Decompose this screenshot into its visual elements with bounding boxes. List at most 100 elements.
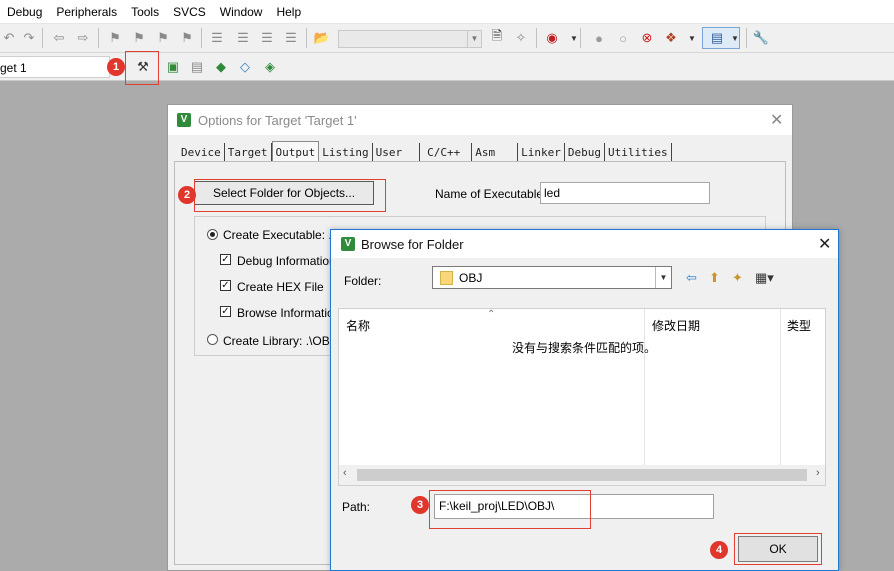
tab-debug[interactable]: Debug [565, 143, 605, 161]
close-icon[interactable]: ✕ [770, 110, 783, 130]
keil-logo-icon: V [177, 113, 191, 127]
chevron-down-icon[interactable]: ▼ [467, 31, 481, 47]
wrench-icon[interactable]: 🔧 [752, 29, 770, 47]
toolbar-separator [746, 28, 747, 48]
find-combo[interactable]: ▼ [338, 30, 482, 48]
step-badge-3: 3 [411, 496, 429, 514]
name-of-executable-input[interactable]: led [540, 182, 710, 204]
dialog-title: Browse for Folder [361, 237, 464, 252]
debug-information-checkbox[interactable]: ✓ [220, 254, 231, 265]
dialog-title-bar: V Options for Target 'Target 1' ✕ [168, 105, 792, 135]
tab-linker[interactable]: Linker [518, 143, 565, 161]
empty-list-message: 没有与搜索条件匹配的项。 [512, 341, 657, 355]
new-folder-icon[interactable]: ✦ [732, 270, 743, 286]
dialog-title-bar: V Browse for Folder ✕ [331, 230, 838, 258]
uncomment-icon[interactable]: ☰ [282, 29, 300, 47]
toolbar-separator [536, 28, 537, 48]
close-icon[interactable]: ✕ [818, 234, 831, 254]
chevron-down-icon[interactable]: ▼ [655, 267, 671, 288]
tab-asm[interactable]: Asm [472, 143, 519, 161]
create-executable-label: Create Executable: .\ [223, 228, 336, 242]
view-menu-icon[interactable]: ▦▾ [755, 270, 774, 286]
sort-ascending-icon: ⌃ [487, 309, 496, 320]
folder-label: Folder: [344, 274, 382, 288]
breakpoint-disable-icon[interactable]: ○ [614, 29, 632, 47]
create-library-radio[interactable] [207, 334, 218, 345]
nav-forward-icon[interactable]: ⇨ [74, 29, 92, 47]
debug-session-icon[interactable]: ◉ [543, 29, 561, 47]
tab-output[interactable]: Output [271, 141, 320, 161]
column-divider [780, 309, 781, 465]
path-label: Path: [342, 500, 371, 514]
horizontal-scrollbar[interactable]: ‹ › [339, 465, 825, 485]
nav-back-icon[interactable]: ⇦ [50, 29, 68, 47]
chevron-down-icon: ▼ [731, 33, 739, 43]
toolbar-separator [306, 28, 307, 48]
chevron-down-icon[interactable]: ▼ [683, 29, 701, 47]
debug-information-label: Debug Information [237, 254, 336, 268]
scroll-left-icon[interactable]: ‹ [343, 467, 347, 479]
debug-wand-icon[interactable]: ✧ [512, 29, 530, 47]
scroll-right-icon[interactable]: › [816, 467, 820, 479]
bookmark-prev-icon[interactable]: ⚑ [130, 29, 148, 47]
menu-debug[interactable]: Debug [0, 0, 49, 24]
target-select-value: get 1 [0, 61, 27, 75]
indent-icon[interactable]: ☰ [208, 29, 226, 47]
undo-icon[interactable]: ↶ [0, 29, 18, 47]
toolbar-separator [580, 28, 581, 48]
create-executable-radio[interactable] [207, 229, 218, 240]
create-hex-label: Create HEX File [237, 280, 324, 294]
highlight-box [194, 179, 386, 212]
scrollbar-thumb[interactable] [357, 469, 807, 481]
breakpoint-kill-icon[interactable]: ⊗ [638, 29, 656, 47]
find-in-files-icon[interactable]: 🗎 [488, 28, 506, 47]
browse-information-label: Browse Information [237, 306, 341, 320]
breakpoint-icon[interactable]: ● [590, 29, 608, 47]
menu-peripherals[interactable]: Peripherals [49, 0, 124, 24]
highlight-box [734, 533, 822, 565]
pack-installer-icon[interactable]: ◆ [212, 58, 230, 76]
step-badge-1: 1 [107, 58, 125, 76]
bookmark-next-icon[interactable]: ⚑ [154, 29, 172, 47]
keil-logo-icon: V [341, 237, 355, 251]
name-of-executable-label: Name of Executable: [435, 187, 547, 201]
tab-listing[interactable]: Listing [319, 143, 373, 161]
highlight-box [429, 490, 591, 529]
menu-svcs[interactable]: SVCS [166, 0, 213, 24]
create-library-label: Create Library: .\OBJ\ [223, 334, 340, 348]
bookmark-clear-icon[interactable]: ⚑ [178, 29, 196, 47]
back-arrow-icon[interactable]: ⇦ [686, 270, 697, 286]
bookmark-icon[interactable]: ⚑ [106, 29, 124, 47]
menu-window[interactable]: Window [213, 0, 270, 24]
column-name[interactable]: 名称 [346, 317, 370, 334]
manage-components-icon[interactable]: ▤ [188, 58, 206, 76]
tab-device[interactable]: Device [178, 143, 225, 161]
comment-icon[interactable]: ☰ [258, 29, 276, 47]
create-hex-checkbox[interactable]: ✓ [220, 280, 231, 291]
tools-options-icon[interactable]: ❖ [662, 29, 680, 47]
tab-utilities[interactable]: Utilities [605, 143, 672, 161]
redo-icon[interactable]: ↷ [20, 29, 38, 47]
step-badge-4: 4 [710, 541, 728, 559]
file-extensions-icon[interactable]: ▣ [164, 58, 182, 76]
tab-cc[interactable]: C/C++ [420, 143, 473, 161]
tab-user[interactable]: User [373, 143, 421, 161]
column-type[interactable]: 类型 [787, 317, 811, 334]
menu-help[interactable]: Help [269, 0, 308, 24]
folder-contents-list[interactable]: ⌃ 名称 修改日期 类型 没有与搜索条件匹配的项。 ‹ › [338, 308, 826, 486]
select-software-packs-icon[interactable]: ◇ [236, 58, 254, 76]
unindent-icon[interactable]: ☰ [234, 29, 252, 47]
browse-information-checkbox[interactable]: ✓ [220, 306, 231, 317]
up-folder-icon[interactable]: ⬆ [709, 270, 720, 286]
open-file-icon[interactable]: 📂 [313, 29, 331, 47]
options-tabs: Device Target Output Listing User C/C++ … [178, 141, 672, 161]
tab-target[interactable]: Target [225, 143, 272, 161]
menu-tools[interactable]: Tools [124, 0, 166, 24]
dialog-title: Options for Target 'Target 1' [198, 113, 357, 128]
column-date-modified[interactable]: 修改日期 [652, 317, 700, 334]
run-time-environment-icon[interactable]: ◈ [261, 58, 279, 76]
folder-select-value: OBJ [459, 271, 483, 285]
menu-bar: Debug Peripherals Tools SVCS Window Help [0, 0, 894, 24]
toolbar-separator [98, 28, 99, 48]
folder-select[interactable]: OBJ ▼ [432, 266, 672, 289]
